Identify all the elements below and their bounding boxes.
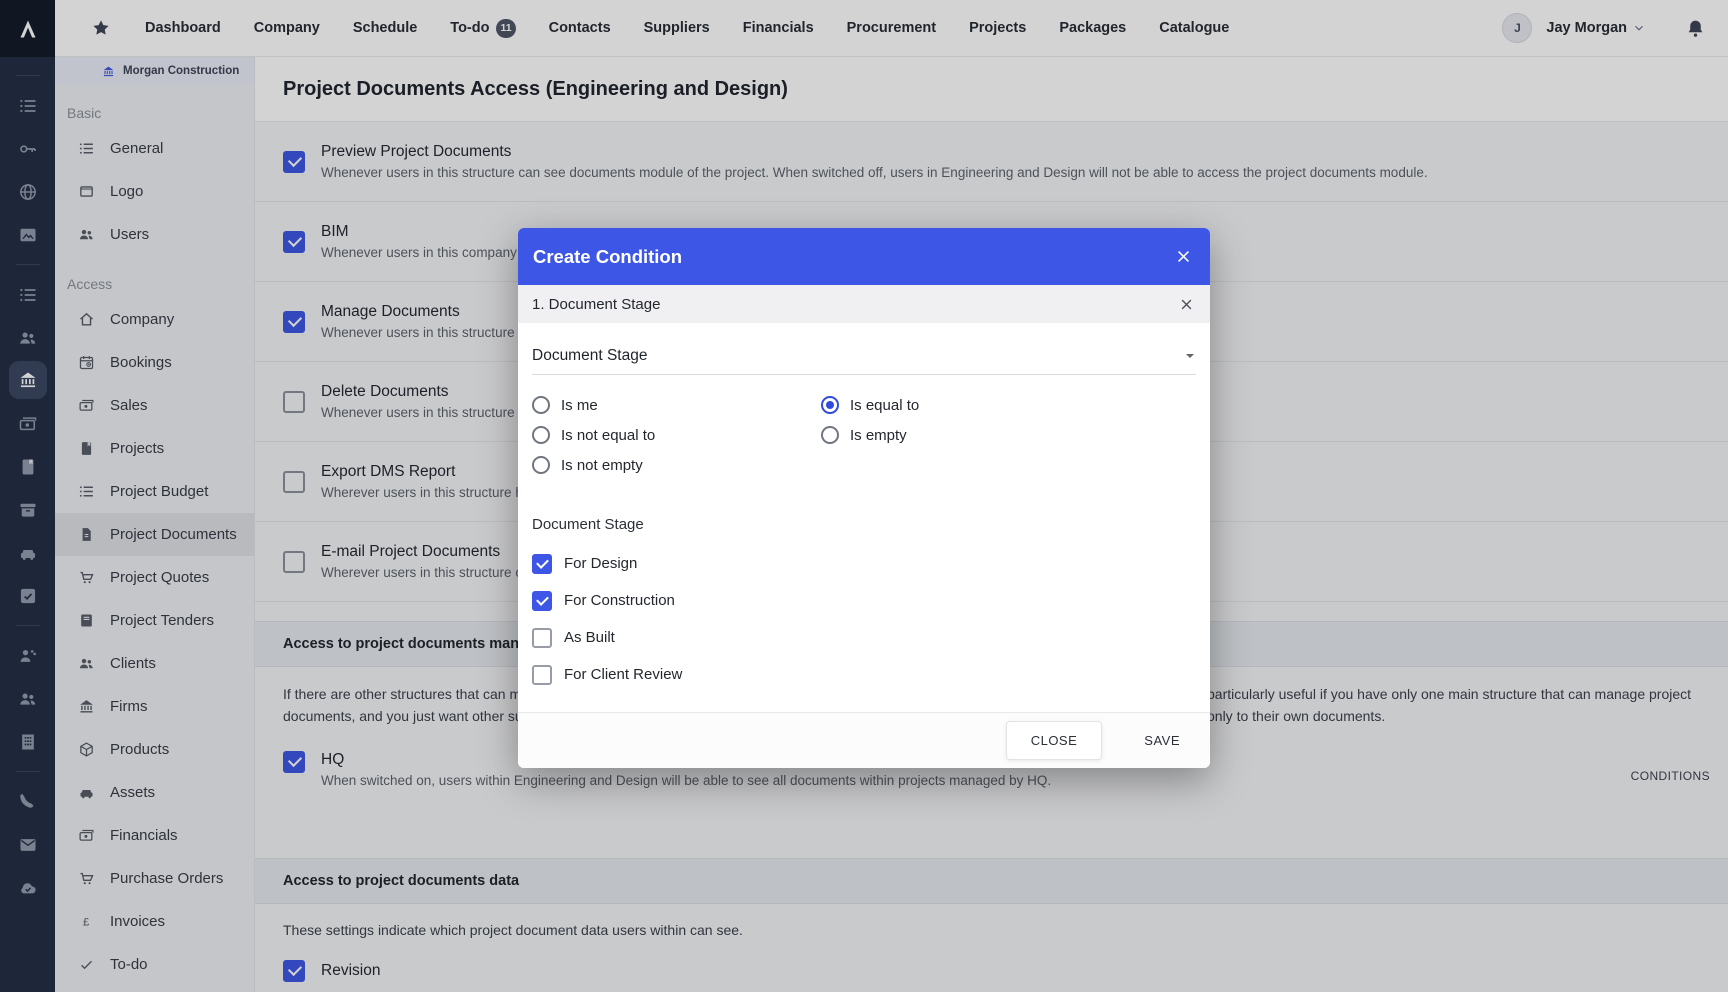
create-condition-modal: Create Condition 1. Document Stage Docum… — [518, 228, 1210, 768]
radio-control[interactable] — [532, 456, 550, 474]
radio-control[interactable] — [532, 426, 550, 444]
checkbox-control[interactable] — [532, 665, 552, 685]
checkbox-for-design[interactable]: For Design — [532, 545, 1196, 582]
checkbox-for-construction[interactable]: For Construction — [532, 582, 1196, 619]
radio-control[interactable] — [821, 426, 839, 444]
checkbox-for-client-review[interactable]: For Client Review — [532, 656, 1196, 693]
stage-group-label: Document Stage — [532, 516, 1196, 533]
close-button[interactable]: CLOSE — [1006, 721, 1103, 760]
modal-close-icon[interactable] — [1175, 248, 1192, 265]
checkbox-control[interactable] — [532, 554, 552, 574]
radio-is-not-equal-to[interactable]: Is not equal to — [532, 420, 821, 450]
checkbox-control[interactable] — [532, 591, 552, 611]
save-button[interactable]: SAVE — [1144, 733, 1180, 748]
radio-is-me[interactable]: Is me — [532, 390, 821, 420]
modal-title: Create Condition — [533, 246, 1175, 268]
chevron-down-icon — [1184, 350, 1196, 362]
radio-is-equal-to[interactable]: Is equal to — [821, 390, 1110, 420]
radio-control[interactable] — [532, 396, 550, 414]
condition-section-title: 1. Document Stage — [532, 296, 1179, 313]
remove-condition-icon[interactable] — [1179, 297, 1194, 312]
radio-control[interactable] — [821, 396, 839, 414]
radio-is-empty[interactable]: Is empty — [821, 420, 1110, 450]
checkbox-as-built[interactable]: As Built — [532, 619, 1196, 656]
radio-is-not-empty[interactable]: Is not empty — [532, 450, 821, 480]
condition-field-select[interactable]: Document Stage — [532, 337, 1196, 375]
checkbox-control[interactable] — [532, 628, 552, 648]
